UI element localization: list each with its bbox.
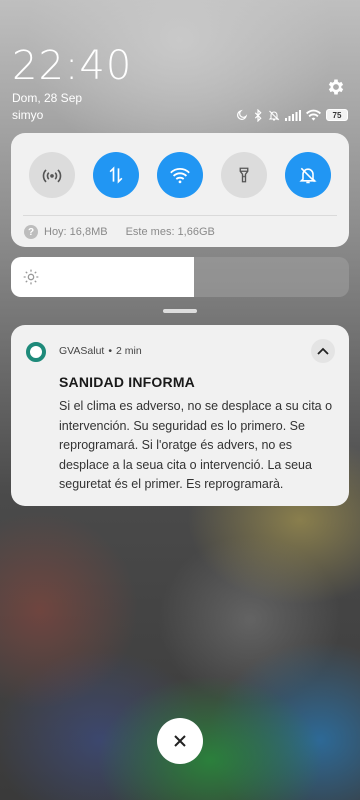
separator: • (108, 345, 113, 357)
chevron-up-icon (317, 347, 329, 355)
clock[interactable]: 22:40 (12, 42, 132, 90)
flashlight-icon (239, 167, 249, 183)
battery-indicator: 75 (326, 109, 348, 121)
signal-icon (285, 109, 301, 121)
silent-icon (268, 109, 280, 122)
notification-body: Si el clima es adverso, no se desplace a… (59, 399, 333, 491)
clear-notifications-button[interactable] (157, 718, 203, 764)
notification-title: SANIDAD INFORMA (59, 374, 195, 390)
gear-icon[interactable] (326, 77, 346, 97)
bluetooth-icon (253, 108, 263, 122)
data-usage-today: Hoy: 16,8MB (44, 226, 108, 238)
brightness-slider[interactable] (11, 257, 349, 297)
data-usage[interactable]: ? Hoy: 16,8MB Este mes: 1,66GB (24, 224, 215, 240)
notification-time: 2 min (116, 345, 142, 357)
mobile-data-toggle[interactable] (93, 152, 139, 198)
drag-handle[interactable] (163, 309, 197, 313)
notification-header: GVASalut • 2 min (59, 345, 142, 357)
collapse-button[interactable] (311, 339, 335, 363)
hotspot-icon (42, 169, 62, 183)
date[interactable]: Dom, 28 Sep (12, 91, 82, 105)
silent-toggle[interactable] (285, 152, 331, 198)
hotspot-toggle[interactable] (29, 152, 75, 198)
app-name: GVASalut (59, 345, 105, 357)
wifi-icon (170, 168, 190, 184)
data-usage-month: Este mes: 1,66GB (125, 226, 215, 238)
app-icon (26, 342, 46, 362)
help-icon: ? (24, 225, 38, 239)
do-not-disturb-icon (236, 109, 248, 121)
divider (23, 215, 337, 216)
notification-card[interactable]: GVASalut • 2 min SANIDAD INFORMA Si el c… (11, 325, 349, 506)
close-icon (174, 735, 186, 747)
status-icons: 75 (236, 108, 348, 122)
silent-icon (299, 167, 317, 184)
mobile-data-icon (109, 166, 123, 184)
brightness-icon (23, 269, 39, 290)
quick-settings-panel: ? Hoy: 16,8MB Este mes: 1,66GB (11, 133, 349, 247)
wifi-toggle[interactable] (157, 152, 203, 198)
flashlight-toggle[interactable] (221, 152, 267, 198)
wifi-icon (306, 109, 321, 121)
carrier-name: simyo (12, 108, 44, 122)
